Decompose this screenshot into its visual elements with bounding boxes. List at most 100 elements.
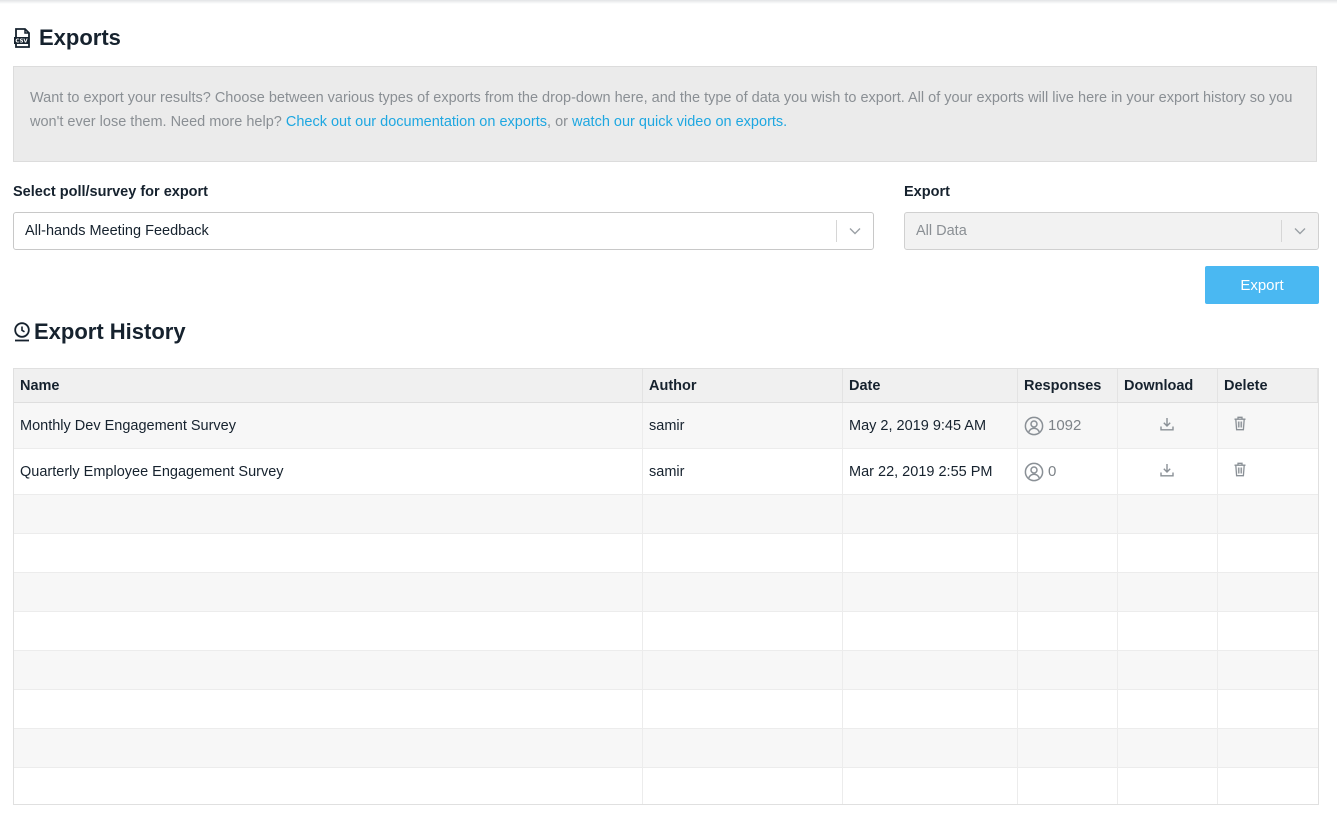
row-delete-cell xyxy=(1218,449,1318,494)
empty-cell xyxy=(643,729,843,767)
row-name: Monthly Dev Engagement Survey xyxy=(14,403,643,448)
trash-icon[interactable] xyxy=(1233,416,1247,435)
empty-cell xyxy=(1018,495,1118,533)
empty-row xyxy=(14,651,1318,690)
empty-cell xyxy=(1018,612,1118,650)
row-name: Quarterly Employee Engagement Survey xyxy=(14,449,643,494)
exports-heading: CSV Exports xyxy=(13,25,121,51)
export-history-table: Name Author Date Responses Download Dele… xyxy=(13,368,1319,805)
empty-cell xyxy=(843,495,1018,533)
chevron-down-icon[interactable] xyxy=(837,227,873,235)
row-author: samir xyxy=(643,449,843,494)
table-header-row: Name Author Date Responses Download Dele… xyxy=(14,369,1318,403)
empty-cell xyxy=(843,612,1018,650)
empty-cell xyxy=(1118,768,1218,804)
column-header-delete: Delete xyxy=(1218,369,1318,402)
empty-cell xyxy=(1018,651,1118,689)
empty-cell xyxy=(1218,495,1318,533)
exports-info-box: Want to export your results? Choose betw… xyxy=(13,66,1317,162)
empty-cell xyxy=(1218,768,1318,804)
column-header-download: Download xyxy=(1118,369,1218,402)
top-bar-shadow xyxy=(0,0,1337,4)
empty-cell xyxy=(14,729,643,767)
empty-cell xyxy=(1118,573,1218,611)
trash-icon[interactable] xyxy=(1233,462,1247,481)
row-date: May 2, 2019 9:45 AM xyxy=(843,403,1018,448)
empty-row xyxy=(14,612,1318,651)
empty-cell xyxy=(643,573,843,611)
download-icon[interactable] xyxy=(1159,463,1174,481)
table-row: Quarterly Employee Engagement Survey sam… xyxy=(14,449,1318,495)
column-header-author[interactable]: Author xyxy=(643,369,843,402)
export-history-heading: Export History xyxy=(13,319,186,345)
empty-cell xyxy=(14,573,643,611)
empty-cell xyxy=(1018,573,1118,611)
poll-survey-select[interactable]: All-hands Meeting Feedback xyxy=(13,212,874,250)
export-button[interactable]: Export xyxy=(1205,266,1319,304)
svg-text:CSV: CSV xyxy=(15,39,28,45)
empty-cell xyxy=(843,534,1018,572)
empty-cell xyxy=(1118,534,1218,572)
documentation-link[interactable]: Check out our documentation on exports xyxy=(286,114,547,130)
empty-cell xyxy=(14,612,643,650)
empty-cell xyxy=(643,651,843,689)
empty-cell xyxy=(643,690,843,728)
responses-count: 0 xyxy=(1048,463,1057,480)
empty-cell xyxy=(643,534,843,572)
poll-select-label: Select poll/survey for export xyxy=(13,184,209,200)
table-row: Monthly Dev Engagement Survey samir May … xyxy=(14,403,1318,449)
poll-select-value: All-hands Meeting Feedback xyxy=(25,223,209,239)
row-date: Mar 22, 2019 2:55 PM xyxy=(843,449,1018,494)
empty-cell xyxy=(14,495,643,533)
row-download-cell xyxy=(1118,449,1218,494)
empty-cell xyxy=(1018,690,1118,728)
empty-row xyxy=(14,768,1318,804)
empty-cell xyxy=(14,768,643,804)
empty-cell xyxy=(1118,495,1218,533)
empty-cell xyxy=(843,651,1018,689)
responses-indicator: 1092 xyxy=(1024,416,1081,436)
empty-cell xyxy=(1018,729,1118,767)
empty-cell xyxy=(1018,768,1118,804)
empty-cell xyxy=(1118,729,1218,767)
empty-cell xyxy=(14,534,643,572)
row-delete-cell xyxy=(1218,403,1318,448)
empty-cell xyxy=(843,573,1018,611)
empty-cell xyxy=(1218,612,1318,650)
export-type-label: Export xyxy=(904,184,950,200)
empty-cell xyxy=(643,612,843,650)
empty-cell xyxy=(643,768,843,804)
history-clock-icon xyxy=(13,322,31,342)
empty-cell xyxy=(1118,612,1218,650)
empty-cell xyxy=(843,690,1018,728)
export-history-title: Export History xyxy=(34,319,186,344)
empty-cell xyxy=(643,495,843,533)
empty-cell xyxy=(1218,651,1318,689)
chevron-down-icon[interactable] xyxy=(1282,227,1318,235)
export-type-select[interactable]: All Data xyxy=(904,212,1319,250)
empty-cell xyxy=(1218,729,1318,767)
empty-cell xyxy=(1118,690,1218,728)
empty-cell xyxy=(14,651,643,689)
row-author: samir xyxy=(643,403,843,448)
exports-title: Exports xyxy=(39,25,121,50)
export-type-value: All Data xyxy=(916,223,967,239)
empty-cell xyxy=(14,690,643,728)
responses-indicator: 0 xyxy=(1024,462,1056,482)
empty-row xyxy=(14,729,1318,768)
row-download-cell xyxy=(1118,403,1218,448)
row-responses: 0 xyxy=(1018,449,1118,494)
download-icon[interactable] xyxy=(1159,417,1174,435)
row-responses: 1092 xyxy=(1018,403,1118,448)
empty-cell xyxy=(1218,534,1318,572)
empty-row xyxy=(14,495,1318,534)
user-circle-icon xyxy=(1024,416,1044,435)
column-header-name[interactable]: Name xyxy=(14,369,643,402)
column-header-date[interactable]: Date xyxy=(843,369,1018,402)
responses-count: 1092 xyxy=(1048,417,1082,434)
empty-cell xyxy=(1218,690,1318,728)
video-link[interactable]: watch our quick video on exports. xyxy=(572,114,787,130)
empty-row xyxy=(14,690,1318,729)
empty-cell xyxy=(843,768,1018,804)
column-header-responses[interactable]: Responses xyxy=(1018,369,1118,402)
